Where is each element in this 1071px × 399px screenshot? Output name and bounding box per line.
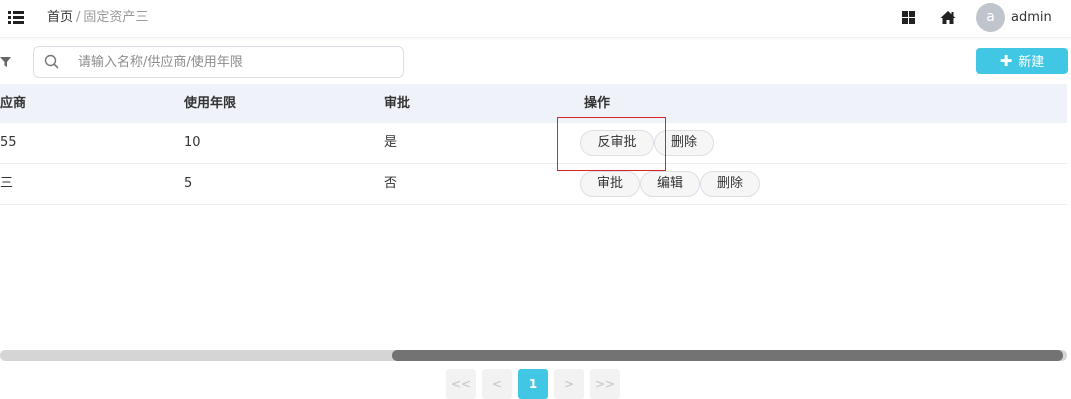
search-icon: [44, 54, 60, 70]
column-header-years: 使用年限: [184, 96, 237, 111]
cell-supplier: 55: [0, 135, 17, 150]
delete-button[interactable]: 删除: [700, 171, 760, 197]
table-row: 55 10 是 反审批 删除: [0, 123, 1067, 164]
column-header-actions: 操作: [584, 96, 611, 111]
breadcrumb-current: 固定资产三: [83, 10, 149, 25]
prev-page-button[interactable]: <: [482, 369, 512, 399]
breadcrumb: 首页 / 固定资产三: [47, 9, 148, 27]
scrollbar-thumb[interactable]: [392, 350, 1063, 361]
plus-icon: ✚: [999, 52, 1013, 70]
unapprove-button[interactable]: 反审批: [580, 130, 654, 156]
cell-years: 5: [184, 176, 193, 191]
approve-button[interactable]: 审批: [580, 171, 640, 197]
horizontal-scrollbar[interactable]: [0, 350, 1067, 361]
menu-icon[interactable]: [8, 11, 24, 25]
filter-icon[interactable]: [0, 56, 12, 68]
column-header-approval: 审批: [384, 96, 411, 111]
avatar[interactable]: a: [976, 3, 1005, 32]
search-box: [33, 46, 404, 78]
grid-icon[interactable]: [900, 9, 918, 27]
breadcrumb-home[interactable]: 首页: [47, 10, 73, 25]
page-1-button[interactable]: 1: [518, 369, 548, 399]
last-page-button[interactable]: >>: [590, 369, 620, 399]
new-button-label: 新建: [1018, 55, 1045, 70]
table-header: 应商 使用年限 审批 操作: [0, 84, 1067, 123]
cell-approved: 是: [384, 135, 398, 150]
search-input[interactable]: [78, 51, 398, 73]
top-bar: 首页 / 固定资产三 a admin: [0, 0, 1071, 38]
home-icon[interactable]: [939, 9, 957, 27]
next-page-button[interactable]: >: [554, 369, 584, 399]
cell-years: 10: [184, 135, 201, 150]
edit-button[interactable]: 编辑: [640, 171, 700, 197]
table-row: 三 5 否 审批 编辑 删除: [0, 164, 1067, 205]
first-page-button[interactable]: <<: [446, 369, 476, 399]
cell-approved: 否: [384, 176, 398, 191]
column-header-supplier: 应商: [0, 96, 27, 111]
cell-supplier: 三: [0, 176, 14, 191]
username[interactable]: admin: [1011, 9, 1052, 27]
breadcrumb-separator: /: [76, 10, 81, 25]
delete-button[interactable]: 删除: [654, 130, 714, 156]
new-button[interactable]: ✚ 新建: [976, 48, 1068, 74]
